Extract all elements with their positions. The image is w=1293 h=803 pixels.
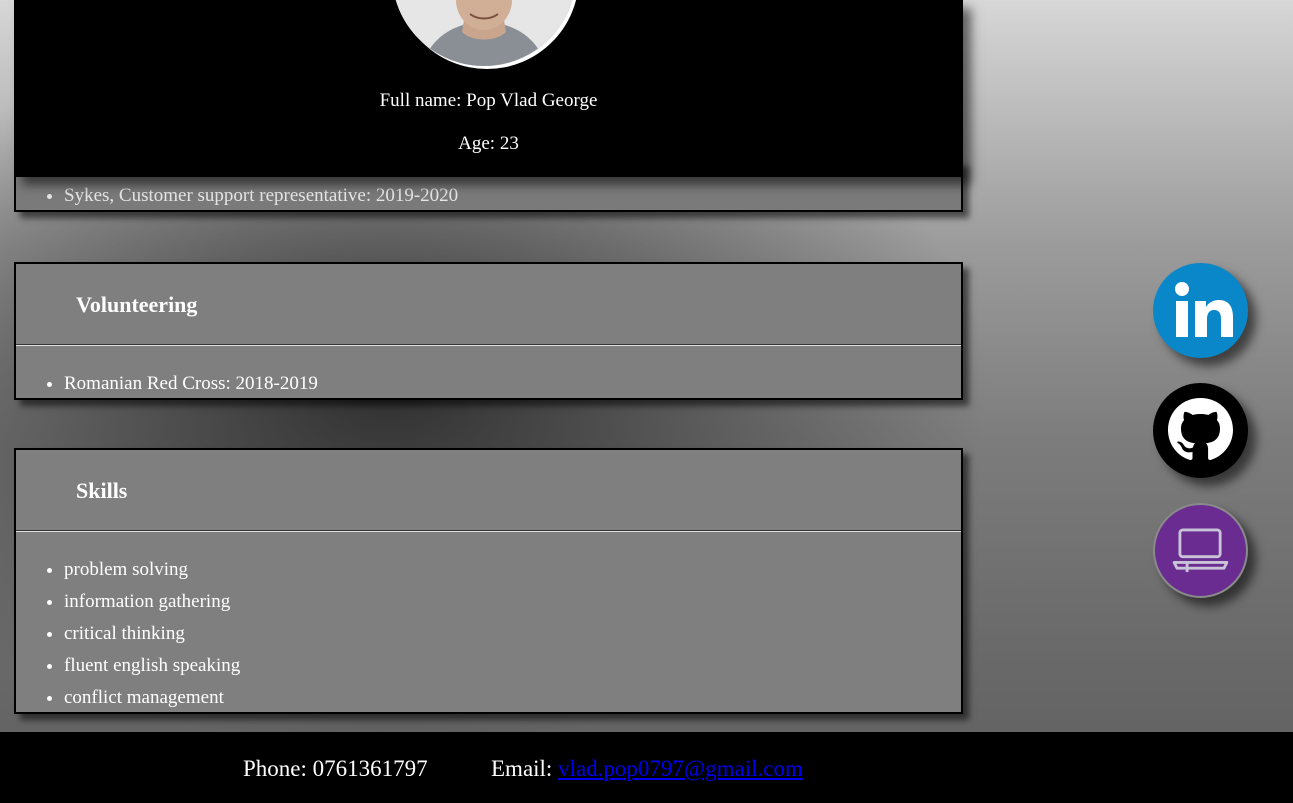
profile-header: Full name: Pop Vlad George Age: 23 [14,0,963,177]
email-link[interactable]: vlad.pop0797@gmail.com [558,756,803,781]
email-label: Email: [491,756,553,781]
volunteering-card: Volunteering Romanian Red Cross: 2018-20… [14,262,963,400]
volunteering-title: Volunteering [76,292,198,317]
age: Age: 23 [458,133,519,154]
linkedin-icon [1175,282,1233,337]
email-block: Email: vlad.pop0797@gmail.com [491,756,803,782]
divider [16,344,961,346]
list-item: problem solving [64,554,240,586]
list-item: conflict management [64,682,240,714]
laptop-icon [1172,528,1229,573]
list-item: information gathering [64,586,240,618]
linkedin-button[interactable] [1153,263,1248,358]
phone-number: Phone: 0761361797 [243,756,428,781]
volunteering-list: Romanian Red Cross: 2018-2019 [16,368,318,400]
skills-title: Skills [76,478,128,503]
skills-card: Skills problem solving information gathe… [14,448,963,714]
portfolio-button[interactable] [1153,503,1248,598]
divider [16,530,961,532]
list-item: Romanian Red Cross: 2018-2019 [64,368,318,400]
github-button[interactable] [1153,383,1248,478]
full-name: Full name: Pop Vlad George [379,90,598,111]
footer: Phone: 0761361797 Email: vlad.pop0797@gm… [0,732,1293,803]
github-icon [1168,398,1233,460]
avatar-photo [392,0,576,66]
list-item: Sykes, Customer support representative: … [64,180,458,212]
work-list: Sykes, Customer support representative: … [16,180,458,212]
skills-list: problem solving information gathering cr… [16,554,240,714]
avatar [392,0,576,66]
list-item: fluent english speaking [64,650,240,682]
list-item: critical thinking [64,618,240,650]
